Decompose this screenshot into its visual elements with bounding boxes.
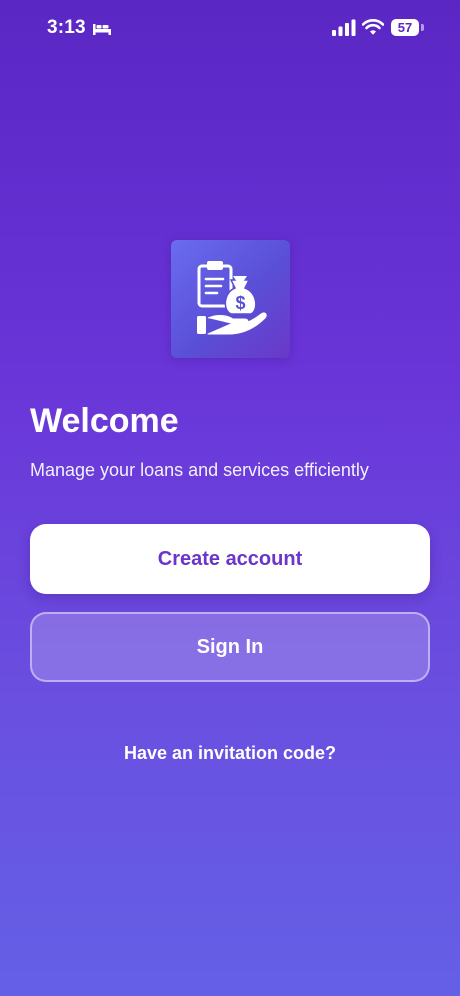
bed-icon (93, 24, 111, 35)
wifi-icon (362, 19, 384, 35)
sign-in-button[interactable]: Sign In (30, 612, 430, 682)
status-bar: 3:13 57 (0, 0, 460, 56)
loan-hand-money-bag-icon: $ (197, 261, 267, 335)
create-account-button[interactable]: Create account (30, 524, 430, 594)
battery-icon: 57 (391, 19, 424, 36)
svg-text:$: $ (235, 293, 245, 313)
battery-level: 57 (391, 19, 419, 36)
welcome-title: Welcome (30, 402, 179, 440)
status-time: 3:13 (47, 17, 86, 38)
battery-cap (421, 24, 424, 31)
welcome-subtitle: Manage your loans and services efficient… (30, 460, 369, 480)
invitation-code-link[interactable]: Have an invitation code? (0, 743, 460, 764)
cellular-signal-icon (332, 19, 356, 36)
app-logo: $ (171, 240, 290, 358)
